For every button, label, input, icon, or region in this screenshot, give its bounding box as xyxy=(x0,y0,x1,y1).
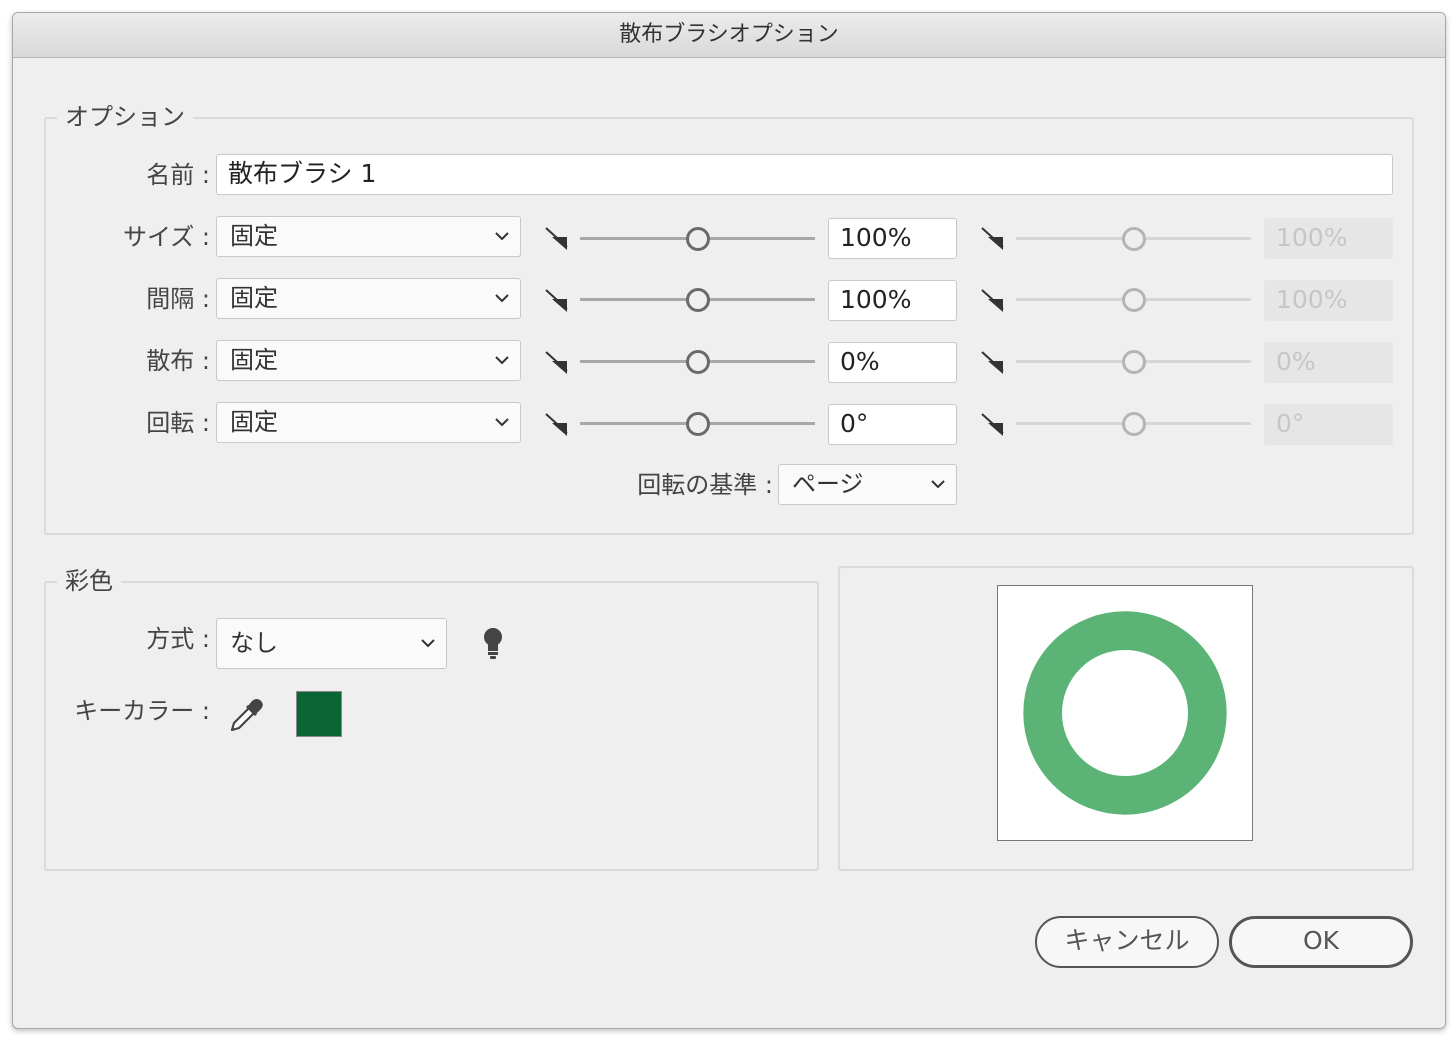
options-legend: オプション xyxy=(57,102,193,132)
variation-link-icon xyxy=(981,227,1004,250)
dialog-title: 散布ブラシオプション xyxy=(13,13,1445,58)
name-label: 名前 : xyxy=(146,161,210,189)
lightbulb-tips-icon[interactable] xyxy=(482,627,504,661)
rotation-max-value: 0° xyxy=(1264,404,1393,445)
slider-knob[interactable] xyxy=(685,288,710,312)
colorization-method-select[interactable]: なし xyxy=(216,618,447,669)
scatter-min-value[interactable]: 0% xyxy=(828,342,957,383)
rotation-label: 回転 : xyxy=(146,409,210,437)
key-color-label: キーカラー : xyxy=(74,697,210,725)
scatter-max-value: 0% xyxy=(1264,342,1393,383)
scatter-method-select[interactable]: 固定 xyxy=(216,340,521,381)
spacing-max-slider xyxy=(1016,288,1251,312)
rotation-method-select[interactable]: 固定 xyxy=(216,402,521,443)
scatter-brush-options-dialog: 散布ブラシオプション オプション 名前 : 散布ブラシ 1 サイズ : 固定 1… xyxy=(12,12,1446,1029)
colorization-method-label: 方式 : xyxy=(146,625,210,653)
slider-knob[interactable] xyxy=(685,412,710,436)
spacing-max-value: 100% xyxy=(1264,280,1393,321)
ring-preview-shape xyxy=(1023,611,1227,815)
variation-link-icon xyxy=(981,351,1004,374)
rotation-max-slider xyxy=(1016,412,1251,436)
spacing-min-value[interactable]: 100% xyxy=(828,280,957,321)
chevron-down-icon xyxy=(495,356,509,365)
cancel-button[interactable]: キャンセル xyxy=(1035,916,1219,968)
spacing-method-select[interactable]: 固定 xyxy=(216,278,521,319)
scatter-min-slider[interactable] xyxy=(580,350,815,374)
slider-knob xyxy=(1121,412,1146,436)
chevron-down-icon xyxy=(495,418,509,427)
colorization-legend: 彩色 xyxy=(57,566,121,596)
chevron-down-icon xyxy=(495,294,509,303)
ok-button[interactable]: OK xyxy=(1229,916,1413,968)
slider-knob xyxy=(1121,350,1146,374)
rotation-basis-label: 回転の基準 : xyxy=(637,471,773,499)
spacing-label: 間隔 : xyxy=(146,285,210,313)
size-max-value: 100% xyxy=(1264,218,1393,259)
size-min-slider[interactable] xyxy=(580,227,815,251)
spacing-method-value: 固定 xyxy=(230,284,278,312)
key-color-swatch[interactable] xyxy=(296,691,342,737)
brush-preview xyxy=(997,585,1253,841)
slider-knob[interactable] xyxy=(685,227,710,251)
slider-knob[interactable] xyxy=(685,350,710,374)
rotation-basis-value: ページ xyxy=(792,470,864,498)
scatter-max-slider xyxy=(1016,350,1251,374)
chevron-down-icon xyxy=(421,639,435,648)
spacing-min-slider[interactable] xyxy=(580,288,815,312)
size-label: サイズ : xyxy=(123,223,210,251)
variation-link-icon[interactable] xyxy=(543,347,571,375)
size-method-select[interactable]: 固定 xyxy=(216,216,521,257)
size-min-value[interactable]: 100% xyxy=(828,218,957,259)
slider-knob xyxy=(1121,227,1146,251)
rotation-method-value: 固定 xyxy=(230,408,278,436)
rotation-min-value[interactable]: 0° xyxy=(828,404,957,445)
rotation-basis-select[interactable]: ページ xyxy=(778,464,957,505)
scatter-label: 散布 : xyxy=(146,347,210,375)
chevron-down-icon xyxy=(931,480,945,489)
size-max-slider xyxy=(1016,227,1251,251)
slider-knob xyxy=(1121,288,1146,312)
rotation-min-slider[interactable] xyxy=(580,412,815,436)
variation-link-icon xyxy=(981,289,1004,312)
name-field[interactable]: 散布ブラシ 1 xyxy=(216,154,1393,195)
variation-link-icon[interactable] xyxy=(543,223,571,251)
variation-link-icon[interactable] xyxy=(543,285,571,313)
variation-link-icon[interactable] xyxy=(543,409,571,437)
variation-link-icon xyxy=(981,413,1004,436)
colorization-method-value: なし xyxy=(230,629,278,657)
scatter-method-value: 固定 xyxy=(230,346,278,374)
chevron-down-icon xyxy=(495,232,509,241)
eyedropper-icon[interactable] xyxy=(227,697,265,735)
size-method-value: 固定 xyxy=(230,222,278,250)
